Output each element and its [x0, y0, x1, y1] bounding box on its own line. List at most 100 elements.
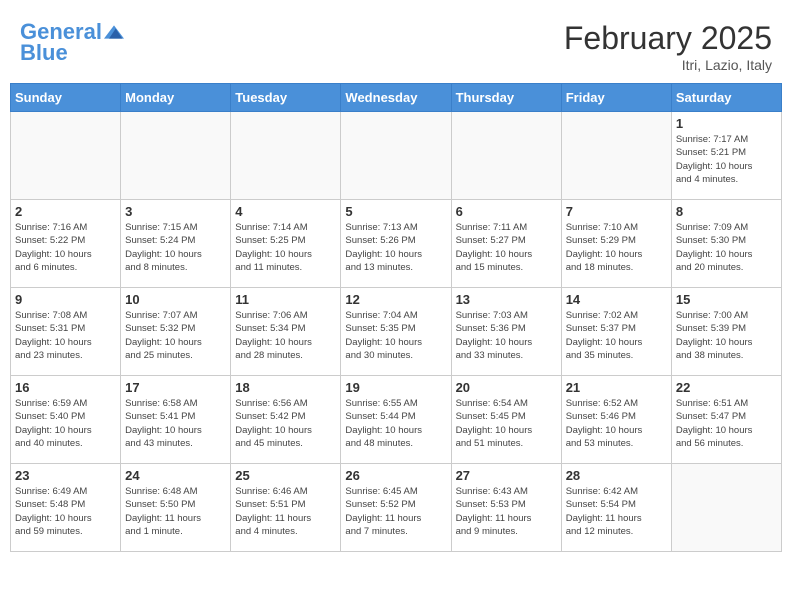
day-number: 27: [456, 468, 557, 483]
calendar-cell: 24Sunrise: 6:48 AM Sunset: 5:50 PM Dayli…: [121, 464, 231, 552]
day-info: Sunrise: 6:52 AM Sunset: 5:46 PM Dayligh…: [566, 397, 667, 450]
day-info: Sunrise: 7:15 AM Sunset: 5:24 PM Dayligh…: [125, 221, 226, 274]
day-info: Sunrise: 6:45 AM Sunset: 5:52 PM Dayligh…: [345, 485, 446, 538]
day-info: Sunrise: 7:09 AM Sunset: 5:30 PM Dayligh…: [676, 221, 777, 274]
calendar-cell: 18Sunrise: 6:56 AM Sunset: 5:42 PM Dayli…: [231, 376, 341, 464]
calendar-cell: 1 Sunrise: 7:17 AM Sunset: 5:21 PM Daylig…: [671, 112, 781, 200]
day-number: 11: [235, 292, 336, 307]
calendar-cell: 9 Sunrise: 7:08 AM Sunset: 5:31 PM Daylig…: [11, 288, 121, 376]
day-number: 9: [15, 292, 116, 307]
calendar-cell: 12Sunrise: 7:04 AM Sunset: 5:35 PM Dayli…: [341, 288, 451, 376]
weekday-header-monday: Monday: [121, 84, 231, 112]
calendar-cell: 27 Sunrise: 6:43 AM Sunset: 5:53 PM Dayli…: [451, 464, 561, 552]
calendar-cell: 13 Sunrise: 7:03 AM Sunset: 5:36 PM Dayli…: [451, 288, 561, 376]
page-header: General Blue February 2025 Itri, Lazio, …: [10, 10, 782, 78]
calendar-cell: [671, 464, 781, 552]
calendar-cell: 19 Sunrise: 6:55 AM Sunset: 5:44 PM Dayli…: [341, 376, 451, 464]
week-row-5: 23 Sunrise: 6:49 AM Sunset: 5:48 PM Dayli…: [11, 464, 782, 552]
calendar-cell: 5 Sunrise: 7:13 AM Sunset: 5:26 PM Daylig…: [341, 200, 451, 288]
calendar-cell: 26 Sunrise: 6:45 AM Sunset: 5:52 PM Dayli…: [341, 464, 451, 552]
day-info: Sunrise: 7:16 AM Sunset: 5:22 PM Dayligh…: [15, 221, 116, 274]
week-row-3: 9 Sunrise: 7:08 AM Sunset: 5:31 PM Daylig…: [11, 288, 782, 376]
day-number: 28: [566, 468, 667, 483]
day-number: 20: [456, 380, 557, 395]
weekday-header-row: SundayMondayTuesdayWednesdayThursdayFrid…: [11, 84, 782, 112]
calendar-cell: 4 Sunrise: 7:14 AM Sunset: 5:25 PM Daylig…: [231, 200, 341, 288]
calendar-cell: 6 Sunrise: 7:11 AM Sunset: 5:27 PM Daylig…: [451, 200, 561, 288]
day-info: Sunrise: 7:08 AM Sunset: 5:31 PM Dayligh…: [15, 309, 116, 362]
weekday-header-tuesday: Tuesday: [231, 84, 341, 112]
day-info: Sunrise: 6:58 AM Sunset: 5:41 PM Dayligh…: [125, 397, 226, 450]
calendar-cell: 10 Sunrise: 7:07 AM Sunset: 5:32 PM Dayli…: [121, 288, 231, 376]
day-number: 8: [676, 204, 777, 219]
calendar-cell: 23 Sunrise: 6:49 AM Sunset: 5:48 PM Dayli…: [11, 464, 121, 552]
calendar-cell: [341, 112, 451, 200]
day-number: 22: [676, 380, 777, 395]
day-number: 3: [125, 204, 226, 219]
day-number: 5: [345, 204, 446, 219]
day-number: 14: [566, 292, 667, 307]
calendar-cell: 8 Sunrise: 7:09 AM Sunset: 5:30 PM Daylig…: [671, 200, 781, 288]
week-row-1: 1 Sunrise: 7:17 AM Sunset: 5:21 PM Daylig…: [11, 112, 782, 200]
day-info: Sunrise: 7:13 AM Sunset: 5:26 PM Dayligh…: [345, 221, 446, 274]
logo-icon: [104, 22, 124, 42]
day-number: 16: [15, 380, 116, 395]
day-number: 6: [456, 204, 557, 219]
day-info: Sunrise: 6:59 AM Sunset: 5:40 PM Dayligh…: [15, 397, 116, 450]
day-info: Sunrise: 7:04 AM Sunset: 5:35 PM Dayligh…: [345, 309, 446, 362]
calendar-cell: 28 Sunrise: 6:42 AM Sunset: 5:54 PM Dayli…: [561, 464, 671, 552]
weekday-header-thursday: Thursday: [451, 84, 561, 112]
day-number: 2: [15, 204, 116, 219]
calendar-cell: 3 Sunrise: 7:15 AM Sunset: 5:24 PM Daylig…: [121, 200, 231, 288]
location: Itri, Lazio, Italy: [564, 57, 772, 73]
calendar-cell: 11Sunrise: 7:06 AM Sunset: 5:34 PM Dayli…: [231, 288, 341, 376]
day-info: Sunrise: 6:51 AM Sunset: 5:47 PM Dayligh…: [676, 397, 777, 450]
calendar-cell: 21 Sunrise: 6:52 AM Sunset: 5:46 PM Dayli…: [561, 376, 671, 464]
weekday-header-friday: Friday: [561, 84, 671, 112]
day-number: 13: [456, 292, 557, 307]
day-info: Sunrise: 6:42 AM Sunset: 5:54 PM Dayligh…: [566, 485, 667, 538]
calendar-cell: 22 Sunrise: 6:51 AM Sunset: 5:47 PM Dayli…: [671, 376, 781, 464]
day-number: 1: [676, 116, 777, 131]
calendar-cell: [121, 112, 231, 200]
day-number: 4: [235, 204, 336, 219]
day-info: Sunrise: 7:07 AM Sunset: 5:32 PM Dayligh…: [125, 309, 226, 362]
day-info: Sunrise: 6:55 AM Sunset: 5:44 PM Dayligh…: [345, 397, 446, 450]
calendar-cell: 17 Sunrise: 6:58 AM Sunset: 5:41 PM Dayli…: [121, 376, 231, 464]
day-number: 23: [15, 468, 116, 483]
day-info: Sunrise: 7:02 AM Sunset: 5:37 PM Dayligh…: [566, 309, 667, 362]
day-info: Sunrise: 7:10 AM Sunset: 5:29 PM Dayligh…: [566, 221, 667, 274]
day-info: Sunrise: 7:17 AM Sunset: 5:21 PM Dayligh…: [676, 133, 777, 186]
day-number: 25: [235, 468, 336, 483]
day-info: Sunrise: 7:00 AM Sunset: 5:39 PM Dayligh…: [676, 309, 777, 362]
day-number: 17: [125, 380, 226, 395]
day-info: Sunrise: 6:56 AM Sunset: 5:42 PM Dayligh…: [235, 397, 336, 450]
day-info: Sunrise: 7:03 AM Sunset: 5:36 PM Dayligh…: [456, 309, 557, 362]
day-number: 26: [345, 468, 446, 483]
day-number: 10: [125, 292, 226, 307]
calendar-cell: 16 Sunrise: 6:59 AM Sunset: 5:40 PM Dayli…: [11, 376, 121, 464]
calendar-cell: 15 Sunrise: 7:00 AM Sunset: 5:39 PM Dayli…: [671, 288, 781, 376]
week-row-4: 16 Sunrise: 6:59 AM Sunset: 5:40 PM Dayli…: [11, 376, 782, 464]
day-info: Sunrise: 6:49 AM Sunset: 5:48 PM Dayligh…: [15, 485, 116, 538]
calendar-cell: 7 Sunrise: 7:10 AM Sunset: 5:29 PM Daylig…: [561, 200, 671, 288]
weekday-header-sunday: Sunday: [11, 84, 121, 112]
day-number: 7: [566, 204, 667, 219]
calendar-cell: [451, 112, 561, 200]
calendar-cell: 20Sunrise: 6:54 AM Sunset: 5:45 PM Dayli…: [451, 376, 561, 464]
month-title: February 2025: [564, 20, 772, 57]
calendar-cell: 14 Sunrise: 7:02 AM Sunset: 5:37 PM Dayli…: [561, 288, 671, 376]
day-info: Sunrise: 6:48 AM Sunset: 5:50 PM Dayligh…: [125, 485, 226, 538]
calendar-cell: [561, 112, 671, 200]
title-block: February 2025 Itri, Lazio, Italy: [564, 20, 772, 73]
day-info: Sunrise: 7:11 AM Sunset: 5:27 PM Dayligh…: [456, 221, 557, 274]
calendar-table: SundayMondayTuesdayWednesdayThursdayFrid…: [10, 83, 782, 552]
day-number: 19: [345, 380, 446, 395]
calendar-cell: 25Sunrise: 6:46 AM Sunset: 5:51 PM Dayli…: [231, 464, 341, 552]
day-info: Sunrise: 6:43 AM Sunset: 5:53 PM Dayligh…: [456, 485, 557, 538]
weekday-header-wednesday: Wednesday: [341, 84, 451, 112]
day-number: 21: [566, 380, 667, 395]
day-info: Sunrise: 7:14 AM Sunset: 5:25 PM Dayligh…: [235, 221, 336, 274]
calendar-cell: [11, 112, 121, 200]
day-number: 15: [676, 292, 777, 307]
